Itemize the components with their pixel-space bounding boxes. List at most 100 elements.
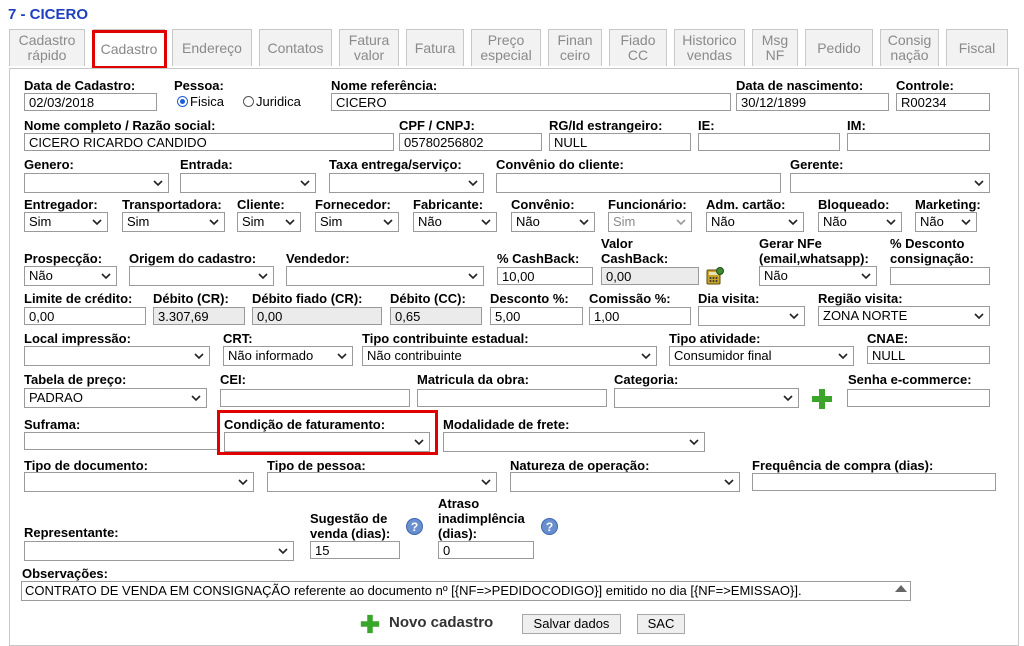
chevron-down-icon — [689, 439, 699, 446]
data-nascimento-input[interactable]: 30/12/1899 — [736, 93, 889, 111]
tab-fiado-cc[interactable]: Fiado CC — [609, 29, 667, 66]
pessoa-juridica-radio[interactable]: Juridica — [243, 94, 301, 109]
tab-preco-especial[interactable]: Preço especial — [471, 29, 541, 66]
tipo-atividade-select[interactable]: Consumidor final — [669, 346, 854, 366]
dia-visita-label: Dia visita: — [698, 291, 760, 306]
money-calculator-icon[interactable] — [706, 267, 724, 285]
chevron-down-icon — [579, 219, 589, 226]
atraso-inadimplencia-input[interactable]: 0 — [438, 541, 534, 559]
add-category-plus-icon[interactable] — [810, 387, 834, 411]
transportadora-select[interactable]: Sim — [122, 212, 225, 232]
cliente-value: Sim — [242, 214, 265, 229]
cei-input[interactable] — [220, 389, 410, 407]
dia-visita-select[interactable] — [698, 306, 805, 326]
salvar-dados-button[interactable]: Salvar dados — [522, 614, 621, 634]
tab-financeiro[interactable]: Finan ceiro — [548, 29, 602, 66]
cnae-label: CNAE: — [867, 331, 909, 346]
gerente-select[interactable] — [790, 173, 990, 193]
desconto-consignacao-input[interactable] — [890, 267, 990, 285]
sugestao-venda-input[interactable]: 15 — [310, 541, 400, 559]
crt-select[interactable]: Não informado — [223, 346, 353, 366]
sugestao-help-icon[interactable]: ? — [406, 518, 423, 535]
tab-cadastro-rapido[interactable]: Cadastro rápido — [9, 29, 85, 66]
vendedor-select[interactable] — [286, 266, 484, 286]
origem-cadastro-select[interactable] — [129, 266, 274, 286]
local-impressao-select[interactable] — [24, 346, 210, 366]
matricula-obra-input[interactable] — [417, 389, 607, 407]
transportadora-value: Sim — [127, 214, 150, 229]
entrada-select[interactable] — [180, 173, 316, 193]
tipo-contribuinte-select[interactable]: Não contribuinte — [362, 346, 657, 366]
sac-button[interactable]: SAC — [637, 614, 685, 634]
adm-cartao-label: Adm. cartão: — [706, 197, 786, 212]
adm-cartao-select[interactable]: Não — [706, 212, 804, 232]
cpf-cnpj-label: CPF / CNPJ: — [399, 118, 475, 133]
tab-consignacao[interactable]: Consig nação — [880, 29, 939, 66]
prospeccao-select[interactable]: Não — [24, 266, 117, 286]
atraso-help-icon[interactable]: ? — [541, 518, 558, 535]
funcionario-select[interactable]: Sim — [608, 212, 692, 232]
taxa-entrega-select[interactable] — [329, 173, 484, 193]
bloqueado-select[interactable]: Não — [818, 212, 902, 232]
tab-contatos[interactable]: Contatos — [259, 29, 332, 66]
fabricante-select[interactable]: Não — [413, 212, 497, 232]
tipo-atividade-value: Consumidor final — [674, 348, 772, 363]
taxa-entrega-label: Taxa entrega/serviço: — [329, 157, 462, 172]
nome-referencia-input[interactable]: CICERO — [331, 93, 731, 111]
desconto-pct-input[interactable]: 5,00 — [490, 307, 583, 325]
categoria-select[interactable] — [614, 388, 799, 408]
tipo-pessoa-select[interactable] — [267, 472, 497, 492]
novo-cadastro-plus-icon[interactable] — [359, 613, 381, 635]
limite-credito-input[interactable]: 0,00 — [24, 307, 146, 325]
tab-fiscal[interactable]: Fiscal — [946, 29, 1008, 66]
convenio-select[interactable]: Não — [511, 212, 595, 232]
regiao-visita-select[interactable]: ZONA NORTE — [818, 306, 990, 326]
cei-label: CEI: — [220, 372, 246, 387]
cashback-pct-input[interactable]: 10,00 — [497, 267, 593, 285]
comissao-pct-input[interactable]: 1,00 — [589, 307, 691, 325]
novo-cadastro-button[interactable]: Novo cadastro — [389, 614, 493, 631]
cliente-select[interactable]: Sim — [237, 212, 301, 232]
controle-input[interactable]: R00234 — [896, 93, 990, 111]
nome-completo-input[interactable]: CICERO RICARDO CANDIDO — [24, 133, 394, 151]
tabela-preco-select[interactable]: PADRAO — [24, 388, 207, 408]
tab-fatura-valor[interactable]: Fatura valor — [339, 29, 399, 66]
tipo-documento-select[interactable] — [24, 472, 254, 492]
natureza-operacao-select[interactable] — [510, 472, 740, 492]
gerar-nfe-select[interactable]: Não — [759, 266, 877, 286]
genero-select[interactable] — [24, 173, 169, 193]
funcionario-value: Sim — [613, 214, 636, 229]
frequencia-compra-input[interactable] — [752, 473, 996, 491]
atraso-inadimplencia-label: Atraso inadimplência (dias): — [438, 496, 525, 541]
rg-input[interactable]: NULL — [549, 133, 691, 151]
im-input[interactable] — [847, 133, 990, 151]
ie-input[interactable] — [698, 133, 840, 151]
representante-select[interactable] — [24, 541, 294, 561]
fornecedor-select[interactable]: Sim — [315, 212, 399, 232]
entregador-select[interactable]: Sim — [24, 212, 108, 232]
observacoes-textarea[interactable]: CONTRATO DE VENDA EM CONSIGNAÇÃO referen… — [21, 581, 911, 601]
gerar-nfe-label: Gerar NFe (email,whatsapp): — [759, 236, 869, 266]
tab-pedido[interactable]: Pedido — [805, 29, 873, 66]
scroll-up-icon[interactable] — [895, 585, 907, 592]
crt-label: CRT: — [223, 331, 253, 346]
tab-endereco[interactable]: Endereço — [172, 29, 252, 66]
convenio-cliente-input[interactable] — [496, 173, 781, 193]
suframa-input[interactable] — [24, 432, 220, 450]
pessoa-label: Pessoa: — [174, 78, 224, 93]
modalidade-frete-select[interactable] — [443, 432, 705, 452]
senha-ecommerce-input[interactable] — [847, 389, 990, 407]
chevron-down-icon — [789, 313, 799, 320]
marketing-select[interactable]: Não — [915, 212, 977, 232]
tab-historico-vendas[interactable]: Historico vendas — [674, 29, 745, 66]
entrada-label: Entrada: — [180, 157, 233, 172]
data-cadastro-input[interactable]: 02/03/2018 — [24, 93, 157, 111]
cpf-cnpj-input[interactable]: 05780256802 — [399, 133, 542, 151]
tab-fatura[interactable]: Fatura — [406, 29, 464, 66]
debito-fiado-label: Débito fiado (CR): — [252, 291, 363, 306]
tab-msg-nf[interactable]: Msg NF — [752, 29, 798, 66]
pessoa-fisica-radio[interactable]: Fisica — [177, 94, 224, 109]
cnae-input[interactable]: NULL — [867, 346, 990, 364]
chevron-down-icon — [258, 273, 268, 280]
crt-value: Não informado — [228, 348, 314, 363]
